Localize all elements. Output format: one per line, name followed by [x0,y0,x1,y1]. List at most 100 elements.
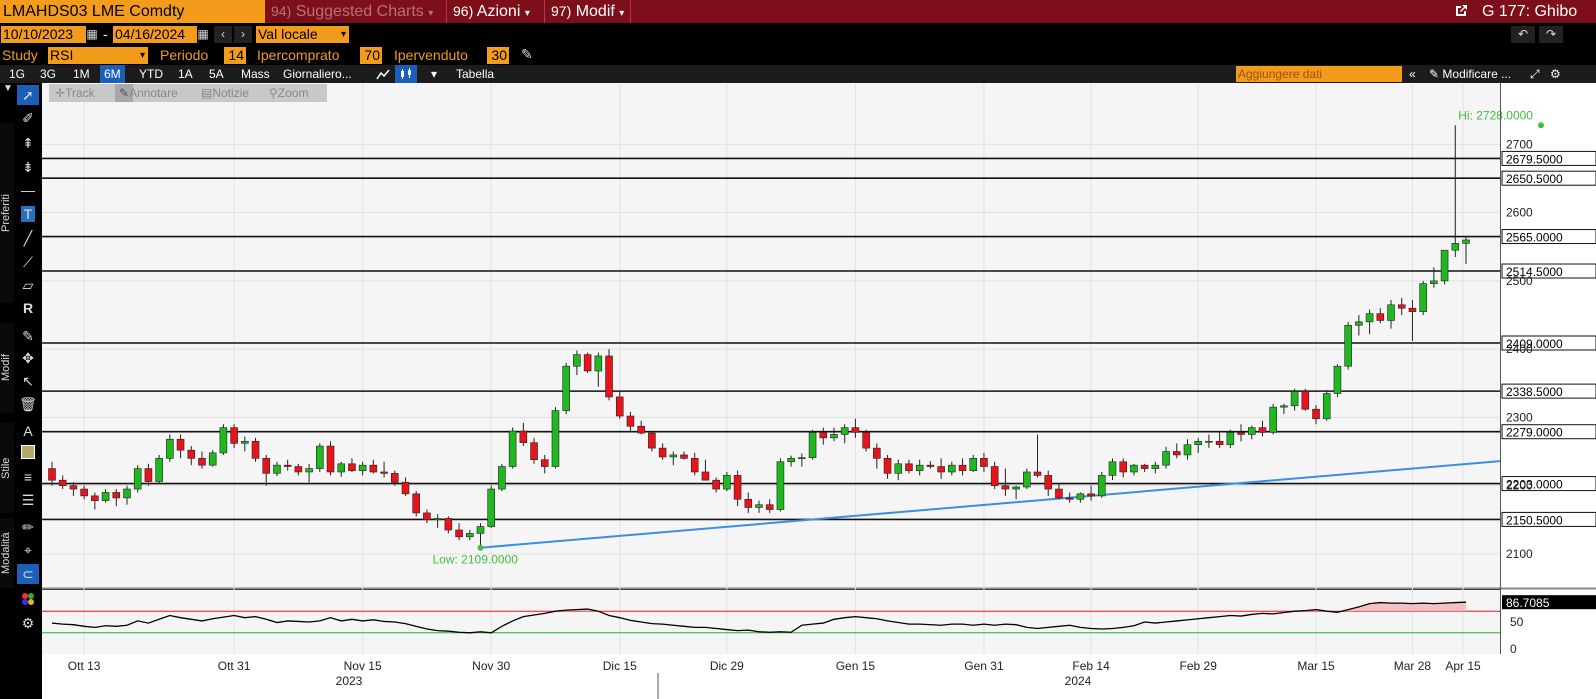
calendar-icon[interactable]: ▦ [86,26,98,43]
expand-icon[interactable]: ⤢ [1526,65,1544,83]
period-input[interactable]: 14 [224,47,246,64]
tab-ytd[interactable]: YTD [135,65,167,83]
collapse-left-icon[interactable]: « [1405,65,1420,83]
line-style-icon[interactable]: ☰ [17,490,39,510]
table-button[interactable]: Tabella [452,65,498,83]
candle-body [883,458,892,474]
annotate-tool[interactable]: ✎ Annotare [115,84,178,102]
tab-1m[interactable]: 1M [69,65,94,83]
candle-body [1001,485,1010,490]
move-icon[interactable]: ✥ [17,348,39,368]
palette-icon[interactable] [17,589,39,609]
select-icon[interactable]: ↖ [17,371,39,391]
candle-body [776,461,785,510]
candle-body [1344,324,1352,367]
candle-body [712,479,720,490]
candle-body [455,529,463,538]
news-tool[interactable]: ▤ Notizie [201,84,249,102]
currency-select[interactable]: Val locale ▾ [256,26,349,43]
study-select[interactable]: RSI ▾ [48,47,148,64]
actions-button[interactable]: 96) Azioni ▾ [446,0,536,23]
candle-body [283,464,292,467]
next-period-icon[interactable]: › [234,26,252,43]
tab-1a[interactable]: 1A [174,65,197,83]
font-icon[interactable]: A [17,421,39,441]
low-label: Low: 2109.0000 [432,553,518,567]
overbought-input[interactable]: 70 [360,47,382,64]
color-swatch-icon[interactable] [17,444,39,464]
add-data-input[interactable]: Aggiungere dati [1236,66,1402,82]
modify-menu-button[interactable]: 97) Modif ▾ [544,0,632,23]
range-tab-bar: 1G 3G 1M 6M YTD 1A 5A Mass Giornaliero..… [0,65,1596,83]
zoom-tool[interactable]: ⚲ Zoom [269,84,308,102]
candle-body [1172,451,1181,456]
candle-body [551,410,560,467]
candle-body [744,498,753,508]
candle-body [1440,249,1449,282]
channel-icon[interactable]: ▱ [17,275,39,295]
candle-body [669,454,678,458]
y-tick-label: 2200 [1506,479,1533,493]
chevron-down-icon: ▾ [139,50,145,61]
candle-body [1365,313,1374,323]
track-tool[interactable]: ✛ Track [55,84,95,102]
tab-mass[interactable]: Mass [237,65,274,83]
tab-1g[interactable]: 1G [5,65,29,83]
pen-mode-icon[interactable]: ✏ [17,517,39,537]
candle-body [1322,393,1331,420]
undo-icon[interactable]: ↶ [1511,26,1535,43]
y-tick-label: 2500 [1506,274,1533,288]
candle-body [615,396,624,417]
candle-body [948,464,956,473]
x-tick-label: Feb 14 [1072,659,1110,673]
draw-icon[interactable]: ✐ [17,108,39,128]
price-chart[interactable]: 2679.50002650.50002565.00002514.50002409… [42,83,1596,699]
candle-body [337,463,346,473]
suggested-charts-button[interactable]: 94) Suggested Charts ▾ [265,0,439,23]
magnet-icon[interactable]: ⊂ [17,564,39,584]
end-date-input[interactable]: 04/16/2024 [113,26,197,43]
horizontal-line-icon[interactable]: — [17,180,39,200]
line-chart-icon[interactable] [372,65,394,83]
frequency-select[interactable]: Giornaliero... [279,65,356,83]
candle-body [648,432,656,449]
candle-body [1183,444,1192,456]
trendline-icon[interactable]: ╱ [17,228,39,248]
retracement-icon[interactable]: R [17,298,39,318]
line-weight-icon[interactable]: ≡ [17,467,39,487]
candle-body [862,432,870,449]
modify-chart-button[interactable]: ✎ Modificare ... [1425,65,1515,83]
candlestick-icon[interactable] [395,65,417,83]
ray-icon[interactable]: ⟋ [17,252,39,272]
candle-body [637,425,645,434]
prev-period-icon[interactable]: ‹ [214,26,232,43]
pencil-icon[interactable]: ✎ [521,46,533,63]
level-label: 2150.5000 [1506,513,1563,527]
candle-body [958,464,967,471]
tab-3g[interactable]: 3G [36,65,60,83]
y-tick-label: 2700 [1506,137,1533,151]
cursor-icon[interactable]: ➚ [17,85,39,105]
y-tick-label: 2600 [1506,206,1533,220]
chevron-down-icon[interactable]: ▾ [427,65,441,83]
external-link-icon[interactable] [1447,0,1475,23]
start-date-input[interactable]: 10/10/2023 [1,26,86,43]
oversold-input[interactable]: 30 [487,47,509,64]
redo-icon[interactable]: ↷ [1539,26,1563,43]
gear-icon[interactable]: ⚙ [17,613,39,633]
crosshair-icon[interactable]: ⌖ [17,540,39,560]
gear-icon[interactable]: ⚙ [1546,65,1565,83]
tab-6m[interactable]: 6M [100,65,125,83]
calendar-icon[interactable]: ▦ [197,26,209,43]
oversold-label: Ipervenduto [394,47,468,63]
edit-pencil-icon[interactable]: ✎ [17,326,39,346]
trash-icon[interactable]: 🗑 [17,394,39,414]
rsi-tick-label: 0 [1510,642,1517,656]
text-icon[interactable]: T [17,204,39,224]
measure-value-icon[interactable]: ⇟ [17,157,39,177]
ticker-field[interactable]: LMAHDS03 LME Comdty [0,0,265,23]
candle-body [412,493,420,514]
tab-5a[interactable]: 5A [205,65,228,83]
collapse-icon[interactable]: ▼ [3,83,13,94]
measure-percent-icon[interactable]: ⇞ [17,133,39,153]
